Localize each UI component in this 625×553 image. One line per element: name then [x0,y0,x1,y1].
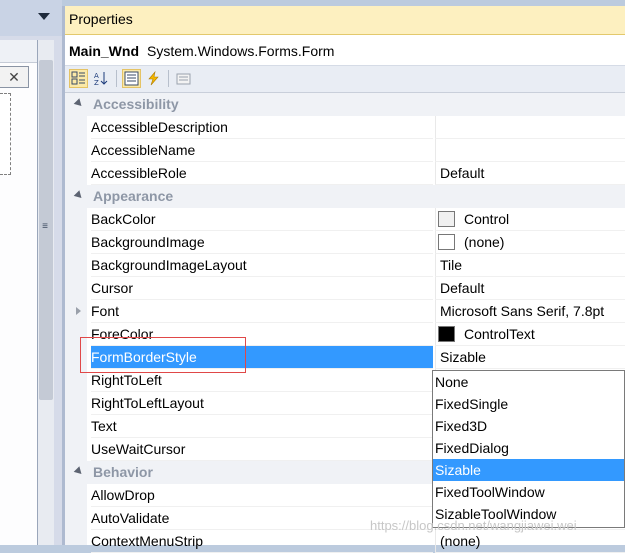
form-design-surface[interactable] [0,93,11,175]
property-value[interactable]: (none) [435,530,625,553]
property-row[interactable]: BackgroundImageLayout Tile [65,254,625,277]
option-label: FixedDialog [435,440,509,456]
property-row[interactable]: AccessibleDescription [65,116,625,139]
property-value-text: Microsoft Sans Serif, 7.8pt [440,303,605,319]
property-name: AccessibleRole [91,162,433,185]
property-row[interactable]: Cursor Default [65,277,625,300]
toolbar-separator [116,70,117,87]
dropdown-option[interactable]: FixedToolWindow [433,481,624,503]
property-value-text: Sizable [440,349,486,365]
property-name: BackColor [91,208,433,231]
splitter-grip-icon[interactable]: ≡ [40,222,50,232]
toolbar-separator [168,70,169,87]
collapse-icon[interactable] [73,98,85,109]
property-name: Font [91,300,433,323]
alphabetical-icon[interactable]: A Z [91,69,110,88]
category-label: Appearance [93,188,174,204]
property-value[interactable]: Default [435,162,625,185]
object-selector[interactable]: Main_Wnd System.Windows.Forms.Form [65,35,625,66]
image-swatch [438,234,455,250]
watermark-text: https://blog.csdn.net/wangjiawei.wei [370,518,577,533]
property-value[interactable] [435,116,625,139]
option-label: Fixed3D [435,418,488,434]
property-value-text: Tile [440,257,463,273]
property-row[interactable]: BackColor Control [65,208,625,231]
property-name: AllowDrop [91,484,433,507]
annotation-highlight-box [80,337,246,373]
property-name: ContextMenuStrip [91,530,433,553]
property-pages-icon[interactable] [174,69,193,88]
dropdown-option[interactable]: None [433,371,624,393]
property-name: Cursor [91,277,433,300]
property-value-text: (none) [464,234,505,250]
categorized-icon[interactable] [69,69,88,88]
option-label: FixedToolWindow [435,484,545,500]
category-label: Behavior [93,464,153,480]
properties-icon[interactable] [122,69,141,88]
property-name: AccessibleDescription [91,116,433,139]
dropdown-arrow-icon[interactable] [38,13,50,20]
color-swatch [438,211,455,227]
object-name: Main_Wnd [69,43,139,59]
collapse-icon[interactable] [73,190,85,201]
property-value[interactable]: Default [435,277,625,300]
property-value[interactable]: Tile [435,254,625,277]
designer-panel-header [0,40,37,63]
form-border-style-dropdown[interactable]: None FixedSingle Fixed3D FixedDialog Siz… [432,370,625,528]
property-name: BackgroundImage [91,231,433,254]
property-value-text: Control [464,211,510,227]
property-value[interactable]: (none) [435,231,625,254]
property-value-text: Default [440,165,485,181]
category-appearance[interactable]: Appearance [65,185,625,208]
property-value[interactable]: ControlText [435,323,625,346]
property-value-dropdown[interactable]: Sizable [435,346,625,369]
property-value-text: ControlText [464,326,535,342]
dropdown-option-selected[interactable]: Sizable [433,459,624,481]
close-icon[interactable]: ✕ [0,66,29,88]
dropdown-option[interactable]: FixedDialog [433,437,624,459]
property-value[interactable] [435,139,625,162]
collapse-icon[interactable] [73,466,85,477]
property-name: UseWaitCursor [91,438,433,461]
property-row[interactable]: BackgroundImage (none) [65,231,625,254]
property-value[interactable]: Control [435,208,625,231]
dropdown-option[interactable]: FixedSingle [433,393,624,415]
option-label: Sizable [435,462,481,478]
designer-tab-strip [0,0,62,36]
property-value[interactable]: Microsoft Sans Serif, 7.8pt [435,300,625,323]
svg-text:Z: Z [94,79,99,86]
category-accessibility[interactable]: Accessibility [65,93,625,116]
window-title: Properties [69,11,133,27]
property-row[interactable]: Font Microsoft Sans Serif, 7.8pt [65,300,625,323]
property-row[interactable]: AccessibleName [65,139,625,162]
events-icon[interactable] [144,69,163,88]
property-row[interactable]: ContextMenuStrip (none) [65,530,625,553]
object-type: System.Windows.Forms.Form [147,43,335,59]
option-label: FixedSingle [435,396,509,412]
property-name: Text [91,415,433,438]
property-name: BackgroundImageLayout [91,254,433,277]
properties-toolbar: A Z [65,66,625,93]
category-label: Accessibility [93,96,179,112]
property-row[interactable]: AccessibleRole Default [65,162,625,185]
property-name: AccessibleName [91,139,433,162]
expand-icon[interactable] [76,307,81,315]
color-swatch [438,326,455,342]
dropdown-option[interactable]: Fixed3D [433,415,624,437]
property-value-text: Default [440,280,485,296]
property-value-text: (none) [440,533,481,549]
option-label: None [435,374,469,390]
property-name: RightToLeftLayout [91,392,433,415]
properties-title-bar: Properties [65,6,625,35]
